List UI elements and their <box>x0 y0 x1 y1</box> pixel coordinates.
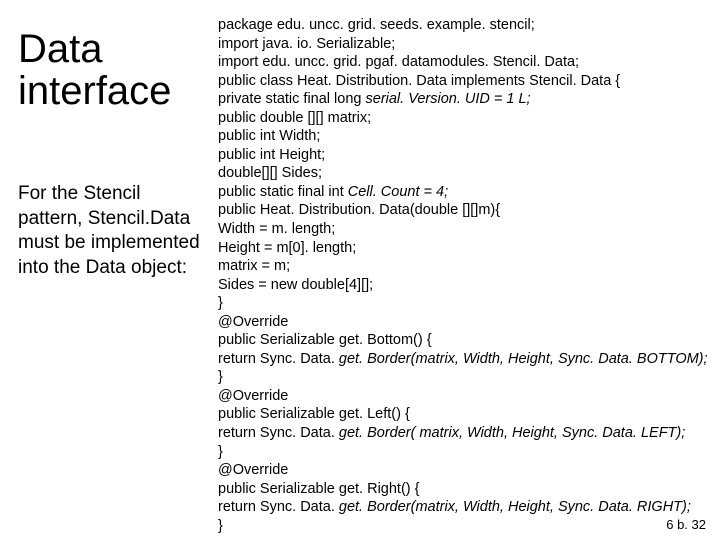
code-line: @Override <box>218 314 288 330</box>
code-line: } <box>218 518 223 534</box>
code-line: } <box>218 444 223 460</box>
code-line: Height = m[0]. length; <box>218 240 356 256</box>
code-italic: Cell. Count = 4; <box>348 184 448 200</box>
slide: Data interface For the Stencil pattern, … <box>0 0 720 540</box>
code-italic: get. Border(matrix, Width, Height, Sync.… <box>339 499 691 515</box>
code-line: } <box>218 369 223 385</box>
code-line: public Serializable get. Right() { <box>218 481 420 497</box>
code-line: package edu. uncc. grid. seeds. example.… <box>218 17 535 33</box>
code-italic: get. Border( matrix, Width, Height, Sync… <box>339 425 685 441</box>
code-line: return Sync. Data. <box>218 351 339 367</box>
left-column: Data interface For the Stencil pattern, … <box>18 10 208 530</box>
title-line-2: interface <box>18 69 171 113</box>
code-line: double[][] Sides; <box>218 165 322 181</box>
page-number: 6 b. 32 <box>666 517 706 532</box>
code-line: return Sync. Data. <box>218 499 339 515</box>
code-line: return Sync. Data. <box>218 425 339 441</box>
code-line: matrix = m; <box>218 258 290 274</box>
code-block: package edu. uncc. grid. seeds. example.… <box>218 16 710 535</box>
code-line: public Heat. Distribution. Data(double [… <box>218 202 500 218</box>
code-line: public Serializable get. Bottom() { <box>218 332 432 348</box>
code-line: public int Height; <box>218 147 325 163</box>
code-line: public int Width; <box>218 128 320 144</box>
title-line-1: Data <box>18 27 103 71</box>
code-line: Sides = new double[4][]; <box>218 277 373 293</box>
code-line: Width = m. length; <box>218 221 335 237</box>
code-line: } <box>218 295 223 311</box>
code-line: public double [][] matrix; <box>218 110 371 126</box>
code-italic: get. Border(matrix, Width, Height, Sync.… <box>339 351 708 367</box>
code-line: import java. io. Serializable; <box>218 36 395 52</box>
code-line: @Override <box>218 462 288 478</box>
slide-title: Data interface <box>18 28 208 112</box>
caption-text: For the Stencil pattern, Stencil.Data mu… <box>18 182 208 281</box>
code-line: public Serializable get. Left() { <box>218 406 410 422</box>
code-line: private static final long <box>218 91 366 107</box>
code-italic: serial. Version. UID = 1 L; <box>366 91 531 107</box>
code-line: public static final int <box>218 184 348 200</box>
code-line: @Override <box>218 388 288 404</box>
right-column: package edu. uncc. grid. seeds. example.… <box>208 10 710 530</box>
code-line: public class Heat. Distribution. Data im… <box>218 73 620 89</box>
code-line: import edu. uncc. grid. pgaf. datamodule… <box>218 54 579 70</box>
